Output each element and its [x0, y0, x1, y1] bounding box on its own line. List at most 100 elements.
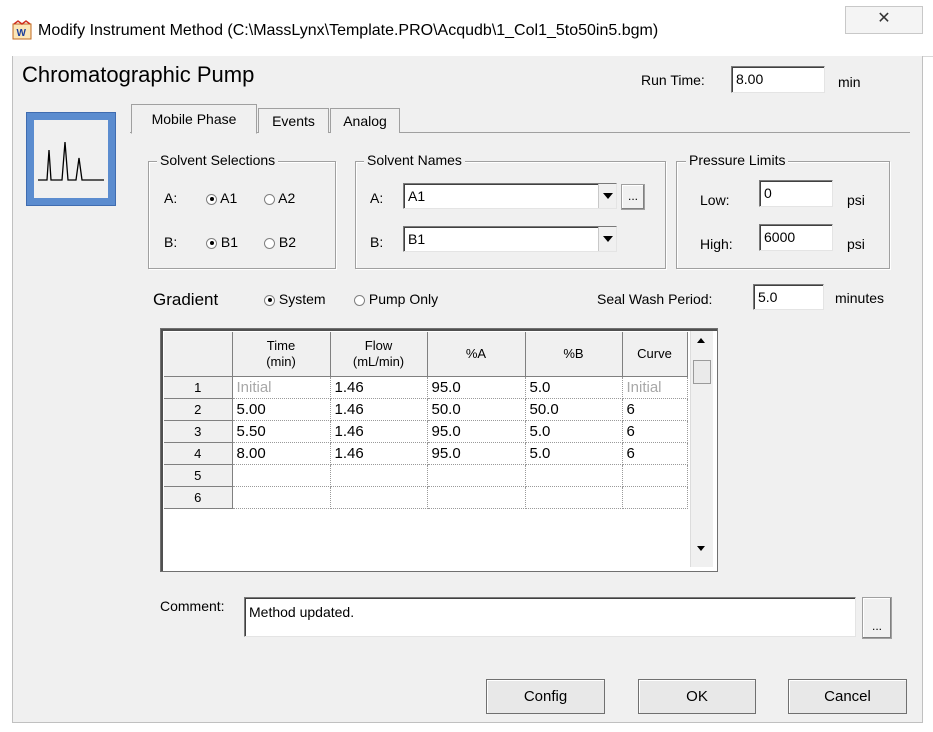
left-accent — [0, 56, 12, 722]
solvent-names-group — [355, 161, 666, 269]
table-cell[interactable]: 6 — [622, 398, 688, 421]
tab-events[interactable]: Events — [258, 108, 329, 133]
tab-analog[interactable]: Analog — [330, 108, 400, 133]
seal-wash-label: Seal Wash Period: — [597, 291, 713, 307]
table-row: 4 8.00 1.46 95.0 5.0 6 — [164, 442, 688, 465]
table-row: 3 5.50 1.46 95.0 5.0 6 — [164, 420, 688, 443]
column-header-flow[interactable]: Flow (mL/min) — [330, 332, 428, 377]
table-cell[interactable]: 5.00 — [232, 398, 331, 421]
solvent-name-a-dropdown[interactable]: A1 — [403, 183, 617, 209]
pressure-high-input[interactable]: 6000 — [759, 224, 833, 251]
run-time-input[interactable]: 8.00 — [731, 66, 825, 93]
table-cell[interactable] — [427, 486, 526, 509]
gradient-grid: Time (min) Flow (mL/min) %A %B Curve 1 Ini… — [164, 332, 688, 509]
table-cell[interactable]: 95.0 — [427, 376, 526, 399]
table-cell[interactable]: 1.46 — [330, 442, 428, 465]
table-cell[interactable]: 50.0 — [525, 398, 623, 421]
table-cell[interactable]: 95.0 — [427, 420, 526, 443]
pressure-high-unit: psi — [847, 236, 865, 252]
table-cell[interactable]: 5.50 — [232, 420, 331, 443]
table-cell[interactable] — [232, 464, 331, 487]
comment-input[interactable]: Method updated. — [244, 597, 856, 637]
seal-wash-unit: minutes — [835, 290, 885, 306]
radio-gradient-system[interactable]: System — [264, 291, 326, 307]
table-cell[interactable] — [525, 464, 623, 487]
table-cell[interactable] — [427, 464, 526, 487]
solvent-name-a-value: A1 — [408, 188, 426, 204]
radio-a1-label: A1 — [220, 190, 238, 206]
row-number[interactable]: 2 — [164, 398, 233, 421]
row-number[interactable]: 6 — [164, 486, 233, 509]
table-cell[interactable]: 6 — [622, 442, 688, 465]
scroll-up-icon[interactable] — [697, 338, 705, 343]
row-number[interactable]: 5 — [164, 464, 233, 487]
radio-b2-dot — [264, 237, 275, 249]
table-cell[interactable]: 1.46 — [330, 398, 428, 421]
window-title: Modify Instrument Method (C:\MassLynx\Te… — [38, 22, 659, 39]
table-cell[interactable]: 5.0 — [525, 376, 623, 399]
table-cell[interactable]: 1.46 — [330, 420, 428, 443]
table-row: 2 5.00 1.46 50.0 50.0 6 — [164, 398, 688, 421]
radio-a2[interactable]: A2 — [264, 190, 295, 206]
table-row: 6 — [164, 486, 688, 509]
table-cell[interactable]: 95.0 — [427, 442, 526, 465]
column-header-percent-a[interactable]: %A — [427, 332, 526, 377]
column-header-curve[interactable]: Curve — [622, 332, 688, 377]
table-cell[interactable] — [622, 486, 688, 509]
table-cell[interactable]: 5.0 — [525, 442, 623, 465]
header-line1: Time — [266, 337, 296, 353]
close-icon: ✕ — [877, 10, 891, 27]
radio-b2-label: B2 — [278, 234, 297, 250]
tab-mobile-phase[interactable]: Mobile Phase — [131, 104, 257, 134]
table-cell[interactable] — [330, 464, 428, 487]
radio-b1[interactable]: B1 — [206, 234, 238, 250]
scroll-down-icon[interactable] — [697, 546, 705, 551]
row-number[interactable]: 4 — [164, 442, 233, 465]
radio-b2[interactable]: B2 — [264, 234, 296, 250]
row-number[interactable]: 1 — [164, 376, 233, 399]
column-header-percent-b[interactable]: %B — [525, 332, 623, 377]
pressure-low-input[interactable]: 0 — [759, 180, 833, 207]
header-line2: (min) — [266, 353, 296, 369]
solvent-name-browse-button[interactable]: ... — [621, 184, 645, 210]
radio-a1[interactable]: A1 — [206, 190, 237, 206]
chevron-down-icon[interactable] — [598, 227, 616, 251]
table-cell[interactable]: 50.0 — [427, 398, 526, 421]
radio-a2-dot — [264, 193, 275, 205]
pressure-high-label: High: — [700, 236, 733, 252]
row-number[interactable]: 3 — [164, 420, 233, 443]
chevron-down-icon[interactable] — [598, 184, 616, 208]
table-cell[interactable] — [232, 486, 331, 509]
masslynx-app-icon: W — [12, 20, 32, 40]
pressure-low-unit: psi — [847, 192, 865, 208]
solvent-name-a-label: A: — [370, 190, 384, 206]
table-cell[interactable]: 6 — [622, 420, 688, 443]
table-cell[interactable]: Initial — [622, 376, 688, 399]
table-cell[interactable]: 8.00 — [232, 442, 331, 465]
table-cell[interactable] — [622, 464, 688, 487]
table-cell[interactable]: Initial — [232, 376, 331, 399]
cancel-button[interactable]: Cancel — [788, 679, 907, 714]
close-window-button[interactable]: ✕ — [845, 6, 923, 34]
pressure-limits-title: Pressure Limits — [686, 152, 789, 168]
radio-b1-label: B1 — [220, 234, 239, 250]
table-cell[interactable]: 5.0 — [525, 420, 623, 443]
run-time-label: Run Time: — [641, 72, 705, 88]
solvent-name-b-dropdown[interactable]: B1 — [403, 226, 617, 252]
chromatogram-icon — [26, 112, 116, 206]
comment-browse-button[interactable]: ... — [862, 597, 892, 639]
column-header-time[interactable]: Time (min) — [232, 332, 331, 377]
seal-wash-input[interactable]: 5.0 — [753, 284, 824, 310]
config-button[interactable]: Config — [486, 679, 605, 714]
ok-button[interactable]: OK — [638, 679, 756, 714]
header-line1: Curve — [637, 345, 672, 361]
radio-system-label: System — [278, 291, 326, 307]
scrollbar-thumb[interactable] — [693, 360, 711, 384]
table-cell[interactable]: 1.46 — [330, 376, 428, 399]
gradient-table[interactable]: Time (min) Flow (mL/min) %A %B Curve 1 Ini… — [160, 328, 718, 572]
radio-gradient-pump-only[interactable]: Pump Only — [354, 291, 438, 307]
run-time-unit: min — [838, 74, 861, 90]
table-cell[interactable] — [525, 486, 623, 509]
comment-label: Comment: — [160, 598, 225, 614]
table-cell[interactable] — [330, 486, 428, 509]
